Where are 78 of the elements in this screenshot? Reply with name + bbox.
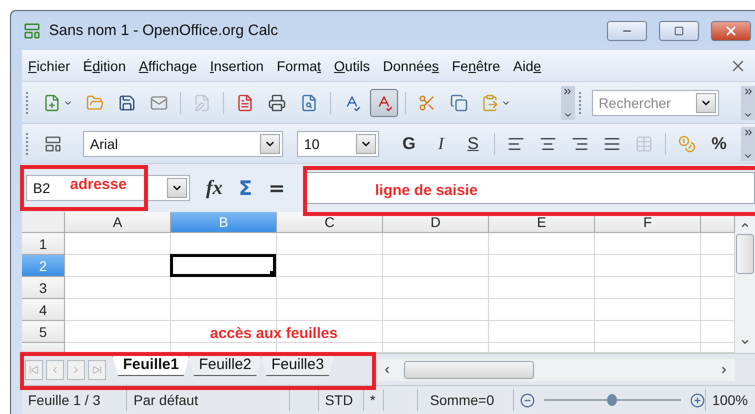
column-header[interactable]: A <box>65 212 171 233</box>
menu-item[interactable]: Édition <box>77 54 133 78</box>
horizontal-scrollbar[interactable] <box>378 358 735 380</box>
zoom-percent: 100% <box>711 391 749 410</box>
minimize-button[interactable] <box>607 20 647 40</box>
sheet-tab[interactable]: Feuille2 <box>188 354 262 376</box>
menu-item[interactable]: Format <box>270 54 328 78</box>
maximize-icon <box>674 26 684 36</box>
row-header[interactable]: 4 <box>22 299 65 321</box>
coins-icon <box>678 134 696 152</box>
dropdown-button[interactable] <box>260 134 280 154</box>
sum-readout: Somme=0 <box>418 389 514 411</box>
toolbar-overflow-button[interactable] <box>560 86 575 120</box>
font-name-field[interactable]: Arial <box>83 130 283 156</box>
menu-item[interactable]: Fenêtre <box>446 54 508 78</box>
percent-button[interactable]: % <box>705 130 733 158</box>
menu-item[interactable]: Affichage <box>132 54 204 78</box>
zoom-out-button[interactable] <box>520 392 535 408</box>
scissors-icon <box>418 94 436 112</box>
corner-header[interactable] <box>22 212 65 233</box>
skip-forward-icon <box>92 364 102 374</box>
zoom-in-button[interactable] <box>690 392 706 408</box>
underline-button[interactable]: S <box>459 130 487 158</box>
toolbar-overflow-button[interactable] <box>741 86 755 120</box>
modified-indicator: * <box>364 389 384 411</box>
menu-item[interactable]: Outils <box>328 54 377 78</box>
folder-icon <box>86 94 104 112</box>
sheet-tab[interactable]: Feuille3 <box>260 354 335 376</box>
annotation-label: adresse <box>70 176 127 193</box>
envelope-icon <box>150 94 168 112</box>
sheet-indicator: Feuille 1 / 3 <box>22 389 128 411</box>
sheet-tab[interactable]: Feuille1 <box>112 354 190 376</box>
menu-item[interactable]: Fichier <box>22 54 78 78</box>
selection-mode: STD <box>318 389 364 411</box>
previous-sheet-button[interactable] <box>46 360 64 380</box>
clipboard-icon <box>480 94 499 112</box>
function-button[interactable]: = <box>260 176 294 200</box>
function-wizard-button[interactable]: fx <box>198 176 231 200</box>
annotation-label: ligne de saisie <box>375 182 478 199</box>
font-size-field[interactable]: 10 <box>297 130 379 156</box>
menu-item[interactable]: Aide <box>507 54 548 78</box>
row-header[interactable]: 3 <box>22 277 65 299</box>
skip-back-icon <box>29 364 39 374</box>
maximize-button[interactable] <box>659 20 699 40</box>
printer-icon <box>268 94 286 112</box>
close-icon <box>724 24 738 38</box>
dropdown-button[interactable] <box>696 92 716 112</box>
bold-button[interactable]: G <box>395 130 423 158</box>
row-header[interactable] <box>22 343 65 353</box>
magnifier-icon <box>300 94 318 112</box>
page-style: Par défaut <box>127 389 290 411</box>
first-sheet-button[interactable] <box>25 360 43 380</box>
last-sheet-button[interactable] <box>88 360 106 380</box>
row-header[interactable]: 5 <box>22 321 65 343</box>
spreadsheet-icon <box>23 22 41 40</box>
dropdown-button[interactable] <box>167 178 187 198</box>
slider-thumb[interactable] <box>607 394 618 406</box>
italic-button[interactable]: I <box>427 130 455 158</box>
edit-icon <box>192 94 211 112</box>
styles-icon <box>44 134 62 152</box>
next-sheet-button[interactable] <box>67 360 85 380</box>
search-field[interactable]: Rechercher <box>592 90 720 116</box>
dropdown-button[interactable] <box>356 134 376 154</box>
pdf-icon <box>236 94 254 112</box>
annotation-label: accès aux feuilles <box>210 325 338 342</box>
sum-button[interactable]: Σ <box>230 176 260 200</box>
copy-icon <box>450 94 468 112</box>
menu-item[interactable]: Insertion <box>204 54 271 78</box>
autospellcheck-button[interactable] <box>370 88 398 116</box>
menu-item[interactable]: Données <box>376 54 446 78</box>
toolbar-overflow-button[interactable] <box>741 126 755 160</box>
document-icon <box>42 94 61 112</box>
table-icon <box>635 134 653 152</box>
row-header[interactable]: 1 <box>22 233 65 255</box>
window-title: Sans nom 1 - OpenOffice.org Calc <box>49 22 279 39</box>
scroll-thumb[interactable] <box>404 360 534 378</box>
close-button[interactable] <box>711 20 751 40</box>
scroll-thumb[interactable] <box>736 234 754 274</box>
